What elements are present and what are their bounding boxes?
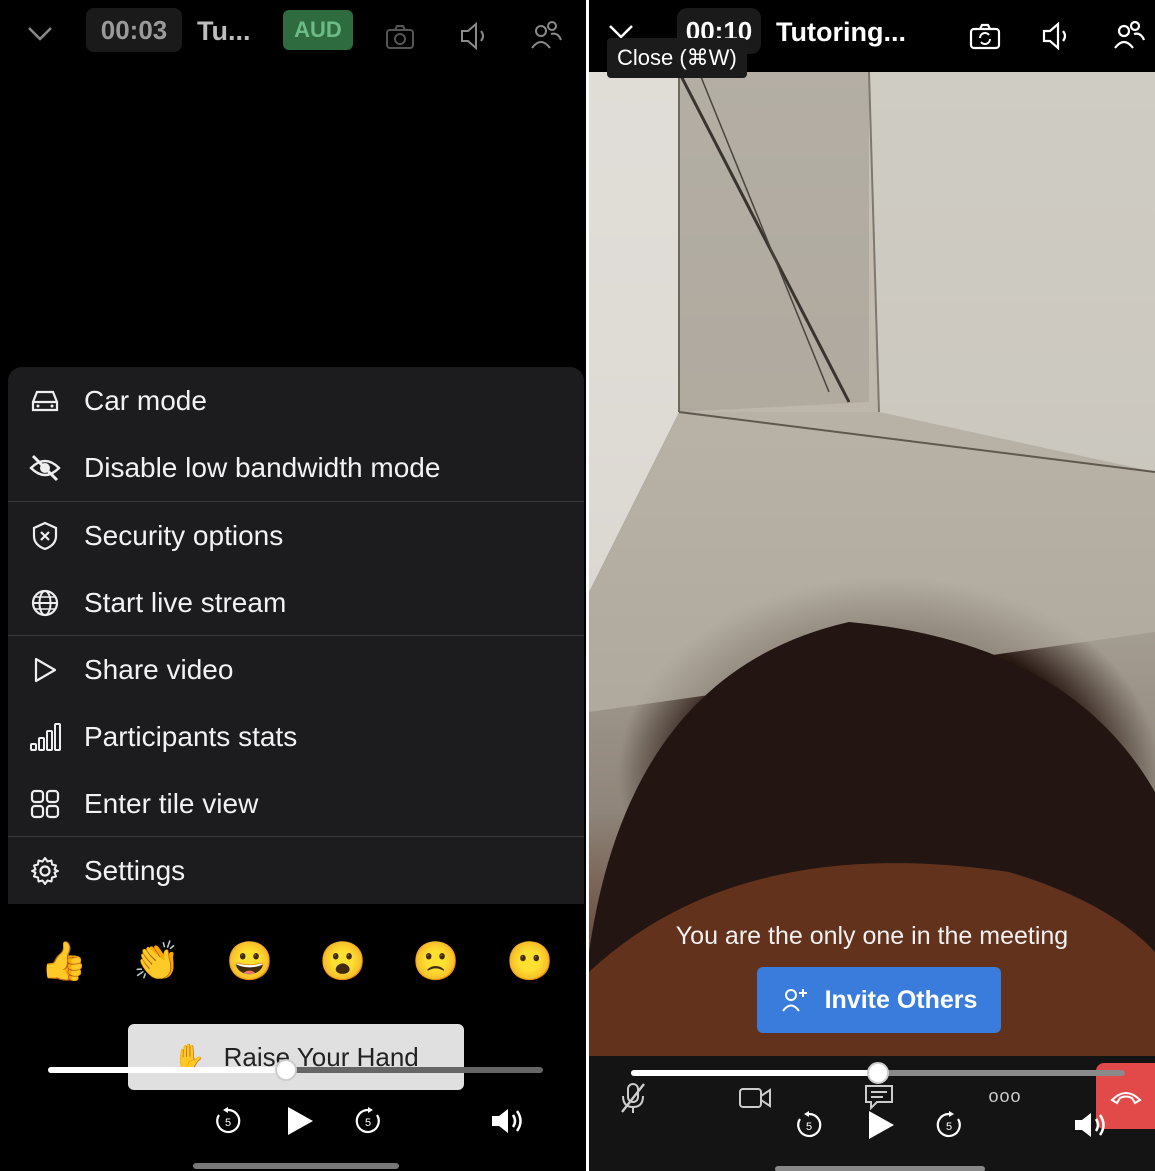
- close-tooltip: Close (⌘W): [607, 38, 747, 78]
- grid-icon: [10, 789, 80, 819]
- menu-item-car-mode[interactable]: Car mode: [8, 367, 584, 434]
- svg-text:5: 5: [365, 1117, 371, 1129]
- scrubber-knob[interactable]: [275, 1059, 297, 1081]
- play-outline-icon: [10, 656, 80, 684]
- menu-item-label: Car mode: [84, 384, 207, 416]
- reaction-no-mouth[interactable]: 😶: [506, 940, 553, 984]
- menu-item-security[interactable]: Security options: [8, 502, 584, 569]
- raise-hand-button[interactable]: ✋ Raise Your Hand: [128, 1024, 464, 1090]
- gear-icon: [10, 856, 80, 886]
- audio-badge: AUD: [283, 10, 353, 50]
- invite-others-label: Invite Others: [824, 985, 978, 1014]
- video-frame-image: [589, 72, 1155, 1056]
- home-indicator: [775, 1166, 985, 1171]
- svg-text:5: 5: [806, 1121, 812, 1133]
- menu-item-share-video[interactable]: Share video: [8, 636, 584, 703]
- only-one-message: You are the only one in the meeting: [675, 922, 1069, 950]
- right-screen: 00:10 Tutoring... Close (⌘W) You are the…: [589, 0, 1155, 1171]
- menu-item-label: Settings: [84, 854, 186, 886]
- globe-icon: [10, 588, 80, 618]
- video-camera-icon[interactable]: [737, 1082, 773, 1114]
- reaction-surprised[interactable]: 😮: [319, 940, 366, 984]
- rewind-5-icon[interactable]: 5: [210, 1103, 246, 1139]
- meeting-title: Tu...: [197, 16, 251, 46]
- mic-muted-icon[interactable]: [615, 1080, 651, 1116]
- hangup-icon: [1109, 1092, 1142, 1105]
- camera-switch-icon[interactable]: [383, 20, 417, 54]
- reaction-sad[interactable]: 🙁: [412, 940, 459, 984]
- play-icon[interactable]: [280, 1100, 320, 1142]
- menu-item-tile-view[interactable]: Enter tile view: [8, 770, 584, 837]
- camera-video-feed: [589, 72, 1155, 1056]
- menu-item-label: Security options: [84, 519, 284, 551]
- menu-item-live-stream[interactable]: Start live stream: [8, 569, 584, 636]
- home-indicator: [193, 1163, 399, 1169]
- car-icon: [10, 388, 80, 414]
- more-options-icon[interactable]: ooo: [985, 1084, 1025, 1108]
- eye-slash-icon: [10, 454, 80, 482]
- reaction-grin[interactable]: 😀: [226, 940, 273, 984]
- call-timer: 00:03: [86, 8, 182, 52]
- scrubber-progress: [631, 1070, 878, 1076]
- meeting-title: Tutoring...: [776, 17, 906, 47]
- speaker-icon[interactable]: [1038, 18, 1074, 54]
- forward-5-icon[interactable]: 5: [931, 1107, 967, 1143]
- top-bar: 00:03 Tu... AUD: [0, 0, 586, 70]
- invite-others-button[interactable]: Invite Others: [757, 967, 1001, 1033]
- scrubber-progress: [48, 1067, 286, 1073]
- volume-icon[interactable]: [488, 1102, 528, 1140]
- left-screen: 00:03 Tu... AUD Car mode Disable low ban…: [0, 0, 586, 1171]
- participants-icon[interactable]: [528, 16, 564, 54]
- svg-text:5: 5: [946, 1121, 952, 1133]
- bar-chart-icon: [10, 722, 80, 752]
- reactions-row: [0, 904, 586, 1014]
- rewind-5-icon[interactable]: 5: [791, 1107, 827, 1143]
- svg-text:5: 5: [225, 1117, 231, 1129]
- add-person-icon: [781, 986, 809, 1014]
- menu-item-participants-stats[interactable]: Participants stats: [8, 703, 584, 770]
- participants-icon[interactable]: [1111, 16, 1147, 54]
- shield-icon: [10, 521, 80, 551]
- reaction-thumbs-up[interactable]: 👍: [40, 940, 87, 984]
- menu-item-label: Share video: [84, 653, 234, 685]
- menu-item-label: Start live stream: [84, 586, 287, 618]
- menu-item-settings[interactable]: Settings: [8, 837, 584, 904]
- menu-item-label: Disable low bandwidth mode: [84, 451, 441, 483]
- reaction-clap[interactable]: 👏: [133, 940, 180, 984]
- chevron-down-icon[interactable]: [22, 16, 58, 52]
- menu-item-label: Enter tile view: [84, 787, 259, 819]
- menu-item-low-bandwidth[interactable]: Disable low bandwidth mode: [8, 434, 584, 501]
- volume-icon[interactable]: [1071, 1106, 1111, 1144]
- menu-item-label: Participants stats: [84, 720, 298, 752]
- overflow-menu: Car mode Disable low bandwidth mode Secu…: [8, 367, 584, 904]
- forward-5-icon[interactable]: 5: [350, 1103, 386, 1139]
- camera-switch-icon[interactable]: [967, 18, 1003, 54]
- speaker-icon[interactable]: [456, 18, 492, 54]
- play-icon[interactable]: [861, 1104, 901, 1146]
